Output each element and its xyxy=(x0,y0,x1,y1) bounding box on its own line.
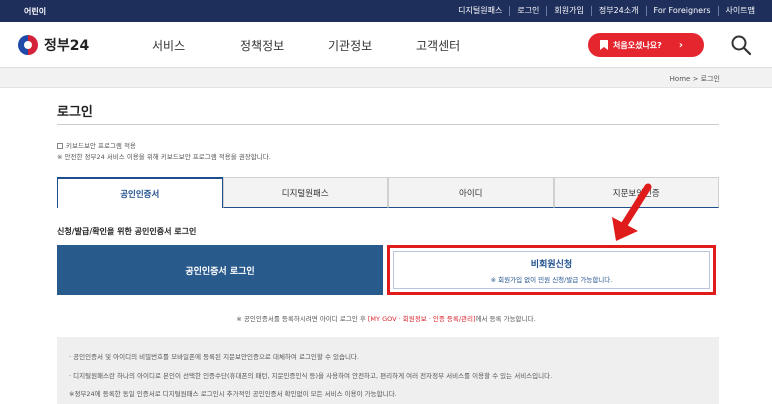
note-text-before: ※ 공인인증서를 등록하시려면 아이디 로그인 후 xyxy=(236,315,368,323)
logo-text: 정부24 xyxy=(44,38,90,54)
page-title: 로그인 xyxy=(57,105,93,120)
title-divider xyxy=(57,124,719,125)
breadcrumb-separator: > xyxy=(692,75,699,83)
guest-apply-desc: ※ 회원가입 없이 민원 신청/발급 가능합니다. xyxy=(490,275,613,284)
keyboard-security: 키보드보안 프로그램 적용 ※ 안전한 정부24 서비스 이용을 위해 키보드보… xyxy=(57,141,271,163)
top-utility-bar: 어린이 디지털원패스 로그인 회원가입 정부24소개 For Foreigner… xyxy=(0,0,772,22)
tab-certificate[interactable]: 공인인증서 xyxy=(57,177,223,208)
chevron-right-icon: › xyxy=(678,39,683,51)
breadcrumb-home[interactable]: Home xyxy=(670,75,691,83)
guest-apply-title: 비회원신청 xyxy=(530,259,573,270)
link-signup[interactable]: 회원가입 xyxy=(546,6,590,16)
first-visit-label: 처음오셨나요? xyxy=(613,40,662,50)
site-logo[interactable]: 정부24 xyxy=(18,35,89,55)
keyboard-security-option[interactable]: 키보드보안 프로그램 적용 xyxy=(57,141,271,152)
note-link[interactable]: [MY GOV · 회원정보 · 인증 등록/관리] xyxy=(368,315,476,323)
info-fingerprint: · 공인인증서 및 아이디의 비밀번호를 모바일폰에 등록된 지문보안인증으로 … xyxy=(69,353,359,361)
search-icon[interactable] xyxy=(730,34,752,56)
guest-apply-button[interactable]: 비회원신청 ※ 회원가입 없이 민원 신청/발급 가능합니다. xyxy=(393,251,710,289)
keyboard-security-checkbox[interactable] xyxy=(57,143,63,149)
info-digital-onepass: · 디지털원패스란 하나의 아이디로 본인이 선택한 인증수단(휴대폰의 패턴,… xyxy=(69,372,553,380)
nav-customer-center[interactable]: 고객센터 xyxy=(416,37,504,54)
first-visit-button[interactable]: 처음오셨나요? › xyxy=(588,33,704,57)
nav-services[interactable]: 서비스 xyxy=(152,37,240,54)
link-foreigners[interactable]: For Foreigners xyxy=(645,6,718,16)
guest-apply-highlight: 비회원신청 ※ 회원가입 없이 민원 신청/발급 가능합니다. xyxy=(387,245,716,295)
link-login[interactable]: 로그인 xyxy=(509,6,546,16)
login-subtitle: 신청/발급/확인을 위한 공인인증서 로그인 xyxy=(57,227,197,236)
certificate-login-button[interactable]: 공인인증서 로그인 xyxy=(57,245,383,295)
tab-digital-onepass[interactable]: 디지털원패스 xyxy=(222,177,388,208)
main-nav: 서비스 정책정보 기관정보 고객센터 xyxy=(152,37,504,54)
info-certificate: ※정부24에 등록한 동일 인증서로 디지털원패스 로그인시 추가적인 공인인증… xyxy=(69,390,397,398)
kids-link[interactable]: 어린이 xyxy=(24,6,46,17)
link-about[interactable]: 정부24소개 xyxy=(590,6,646,16)
certificate-register-note: ※ 공인인증서를 등록하시려면 아이디 로그인 후 [MY GOV · 회원정보… xyxy=(0,313,772,323)
note-text-after: 에서 등록 가능합니다. xyxy=(475,315,536,323)
nav-agencies[interactable]: 기관정보 xyxy=(328,37,416,54)
red-arrow-icon xyxy=(612,183,652,241)
breadcrumb: Home > 로그인 xyxy=(670,74,720,84)
keyboard-security-notice: ※ 안전한 정부24 서비스 이용을 위해 키보드보안 프로그램 적용을 권장합… xyxy=(57,153,271,161)
keyboard-security-label: 키보드보안 프로그램 적용 xyxy=(66,142,136,150)
info-box: · 공인인증서 및 아이디의 비밀번호를 모바일폰에 등록된 지문보안인증으로 … xyxy=(57,337,719,404)
utility-links: 디지털원패스 로그인 회원가입 정부24소개 For Foreigners 사이… xyxy=(451,6,762,16)
bookmark-icon xyxy=(600,40,608,50)
link-sitemap[interactable]: 사이트맵 xyxy=(717,6,762,16)
link-digital-onepass[interactable]: 디지털원패스 xyxy=(451,6,509,16)
breadcrumb-current: 로그인 xyxy=(700,75,720,83)
taegeuk-logo-icon xyxy=(18,35,38,55)
tab-id[interactable]: 아이디 xyxy=(388,177,554,208)
main-header: 정부24 서비스 정책정보 기관정보 고객센터 처음오셨나요? › xyxy=(0,22,772,68)
nav-policy[interactable]: 정책정보 xyxy=(240,37,328,54)
breadcrumb-bar: Home > 로그인 xyxy=(0,68,772,88)
